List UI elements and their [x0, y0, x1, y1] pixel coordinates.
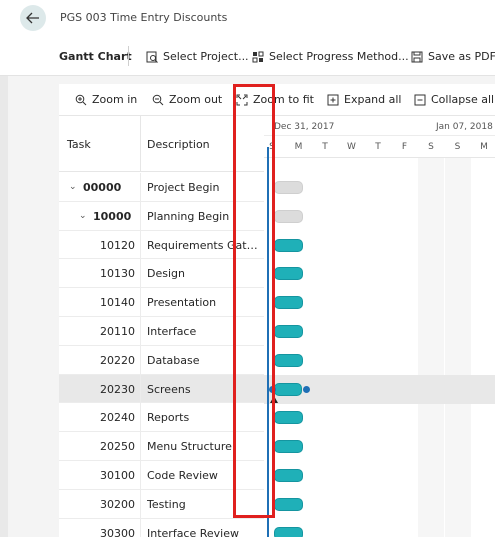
save-icon [411, 51, 423, 62]
task-number: 10120 [100, 238, 135, 252]
task-number: 30300 [100, 526, 135, 537]
select-project-label: Select Project... [163, 50, 249, 63]
save-as-pdf-label: Save as PDF... [428, 50, 495, 63]
expand-all-icon [327, 94, 339, 105]
task-number: 00000 [83, 181, 122, 194]
day-label: S [428, 142, 434, 152]
action-bar: Gantt Chart Select Project... Select Pro… [0, 36, 495, 76]
save-as-pdf-button[interactable]: Save as PDF... [411, 50, 495, 63]
task-bar[interactable] [274, 382, 302, 396]
action-separator [128, 46, 129, 66]
column-separator [140, 316, 141, 345]
day-label: W [347, 142, 356, 152]
progress-method-icon [252, 51, 264, 62]
select-progress-method-button[interactable]: Select Progress Method... [252, 50, 409, 63]
chevron-down-icon[interactable]: ⌄ [79, 211, 87, 221]
column-separator [140, 230, 141, 259]
select-progress-method-label: Select Progress Method... [269, 50, 409, 63]
back-arrow-icon [26, 12, 39, 24]
select-project-icon [146, 51, 158, 63]
column-header-description[interactable]: Description [147, 138, 210, 151]
chevron-down-icon[interactable]: ⌄ [69, 182, 77, 192]
column-separator [140, 489, 141, 518]
page-title: PGS 003 Time Entry Discounts [60, 11, 228, 24]
column-separator [140, 201, 141, 230]
zoom-in-label: Zoom in [92, 93, 138, 106]
select-project-button[interactable]: Select Project... [146, 50, 249, 63]
column-separator [140, 173, 141, 201]
task-number: 30100 [100, 468, 135, 482]
task-bar[interactable] [274, 411, 303, 425]
column-separator [140, 374, 141, 403]
zoom-in-button[interactable]: Zoom in [75, 93, 137, 106]
task-bar[interactable] [274, 325, 303, 338]
weekend-column [444, 158, 471, 537]
task-description: Interface Review [147, 526, 239, 537]
day-label: F [401, 142, 408, 152]
column-separator [140, 345, 141, 374]
zoom-out-label: Zoom out [169, 93, 223, 106]
collapse-all-button[interactable]: Collapse all [414, 93, 494, 106]
day-label: M [480, 142, 488, 152]
table-row[interactable]: 30300 Interface Review [59, 518, 264, 537]
summary-task-bar[interactable] [274, 209, 303, 223]
gantt-toolbar: Zoom in Zoom out Zoom to fit Expand all [59, 84, 495, 116]
timeline-days: SMTWTFSSMT [264, 136, 495, 158]
gantt-chart-area[interactable]: Dec 31, 2017 Jan 07, 2018 SMTWTFSSMT [264, 116, 495, 537]
task-bar[interactable] [274, 267, 303, 281]
gantt-chart-tab[interactable]: Gantt Chart [59, 50, 132, 63]
highlight-box [233, 84, 275, 518]
task-bar[interactable] [274, 497, 303, 511]
collapse-all-label: Collapse all [431, 93, 495, 106]
week-label: Jan 07, 2018 [436, 122, 493, 132]
task-bar[interactable] [274, 353, 303, 367]
column-header-task[interactable]: Task [67, 138, 91, 151]
collapse-all-icon [414, 94, 426, 105]
link-handle-right[interactable] [303, 385, 310, 393]
task-bar[interactable] [274, 526, 303, 537]
zoom-in-icon [75, 94, 87, 105]
day-label: M [294, 142, 303, 152]
column-separator [140, 288, 141, 316]
left-margin-strip [0, 36, 8, 537]
expand-all-button[interactable]: Expand all [327, 93, 402, 106]
day-label: T [322, 142, 328, 152]
summary-task-bar[interactable] [274, 181, 303, 194]
column-separator [140, 432, 141, 460]
timeline-weeks: Dec 31, 2017 Jan 07, 2018 [264, 116, 495, 136]
column-separator [140, 403, 141, 432]
task-number: 10000 [93, 209, 132, 223]
day-label: S [454, 142, 461, 152]
zoom-out-button[interactable]: Zoom out [152, 93, 222, 106]
task-number: 20110 [100, 324, 135, 338]
day-label: T [375, 142, 381, 152]
zoom-out-icon [152, 94, 164, 105]
task-number: 20220 [100, 353, 135, 367]
column-separator [140, 460, 141, 489]
task-number: 20250 [100, 440, 135, 454]
column-separator [140, 518, 141, 537]
task-number: 10130 [100, 267, 135, 281]
gantt-panel: Zoom in Zoom out Zoom to fit Expand all [59, 84, 495, 537]
task-number: 10140 [100, 296, 135, 310]
expand-all-label: Expand all [344, 93, 402, 106]
column-separator [140, 259, 141, 288]
week-label: Dec 31, 2017 [274, 122, 335, 132]
task-number: 30200 [100, 497, 135, 511]
back-button[interactable] [20, 5, 46, 31]
task-bar[interactable] [274, 238, 303, 252]
task-number: 20240 [100, 411, 135, 425]
weekend-column [418, 158, 444, 537]
task-bar[interactable] [274, 469, 303, 482]
title-bar: PGS 003 Time Entry Discounts [0, 0, 495, 36]
task-number: 20230 [100, 382, 135, 396]
column-separator[interactable] [140, 116, 141, 172]
task-bar[interactable] [274, 296, 303, 310]
task-bar[interactable] [274, 440, 303, 454]
